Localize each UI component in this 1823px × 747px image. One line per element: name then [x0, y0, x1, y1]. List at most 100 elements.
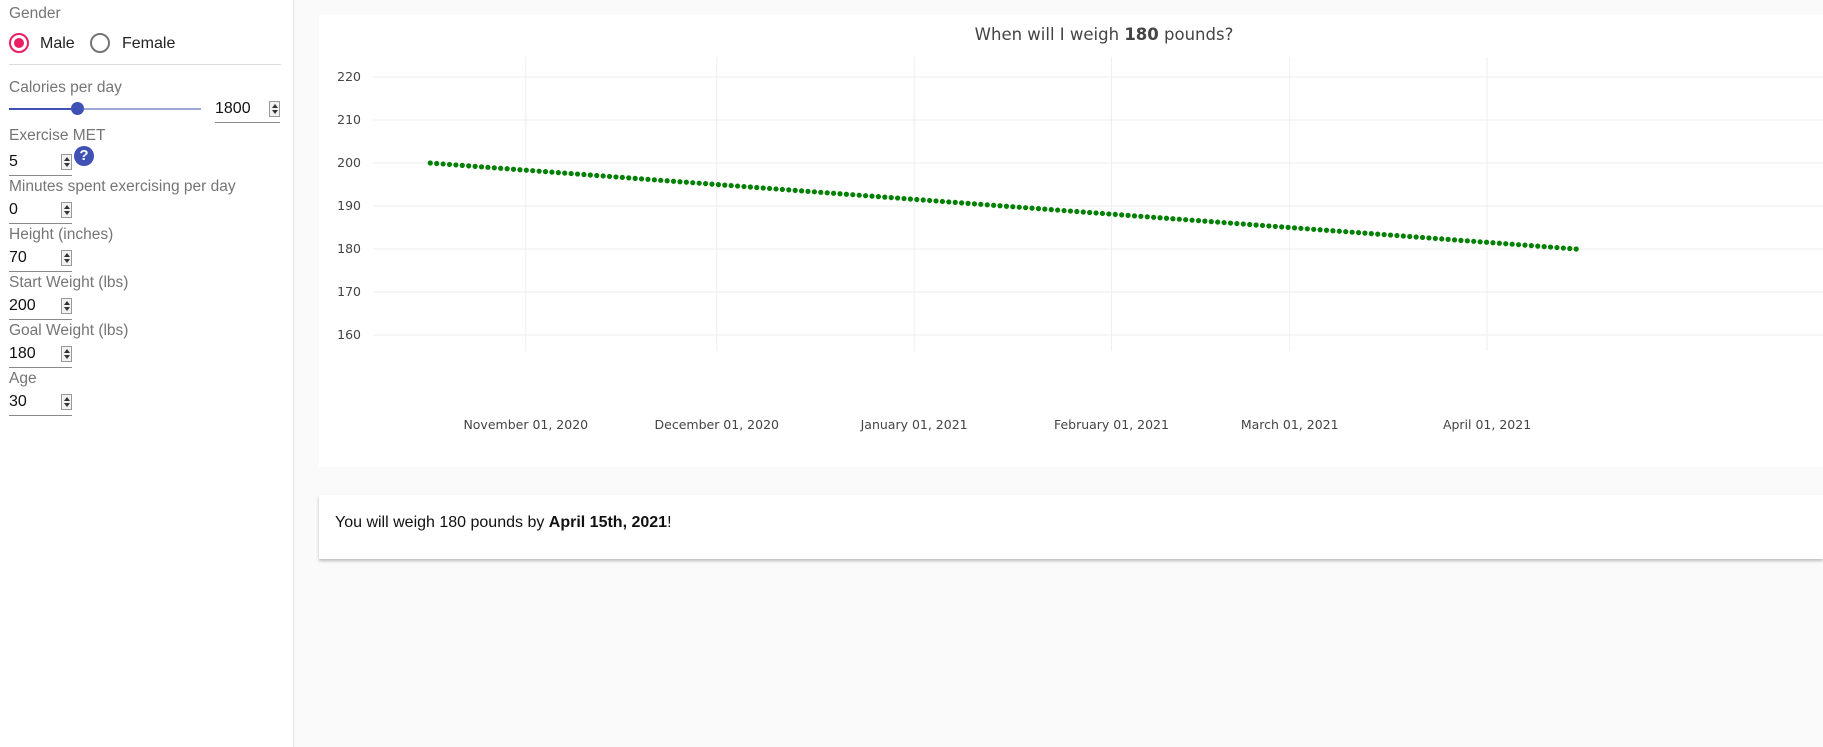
- plot-y-ticks: 160 170 180 190 200 210 220: [337, 69, 361, 342]
- calories-slider[interactable]: [9, 102, 201, 115]
- weight-point: [709, 181, 715, 187]
- minutes-stepper[interactable]: [61, 202, 72, 218]
- goal-weight-input[interactable]: 180: [9, 342, 72, 368]
- weight-point: [1413, 234, 1419, 240]
- calories-input[interactable]: 1800: [215, 97, 280, 123]
- weight-point: [600, 173, 606, 179]
- weight-point: [1362, 230, 1368, 236]
- weight-point: [536, 168, 542, 174]
- weight-point: [1439, 236, 1445, 242]
- weight-point: [466, 163, 472, 169]
- weight-point: [1298, 225, 1304, 231]
- weight-point: [1247, 221, 1253, 228]
- weight-point: [914, 196, 920, 203]
- help-icon[interactable]: ?: [74, 146, 94, 166]
- weight-point: [1042, 206, 1048, 212]
- calories-slider-fill: [9, 108, 77, 110]
- weight-point: [1349, 229, 1355, 235]
- weight-point: [824, 190, 830, 196]
- weight-point: [1055, 207, 1061, 213]
- weight-point: [971, 201, 978, 207]
- plot-x-ticks: November 01, 2020 December 01, 2020 Januar…: [463, 417, 1531, 432]
- start-weight-input[interactable]: 200: [9, 294, 72, 320]
- weight-point: [779, 186, 785, 193]
- weight-point: [1375, 231, 1381, 237]
- result-date: April 15th, 2021: [548, 514, 668, 531]
- weight-point: [927, 197, 933, 204]
- weight-point: [1106, 211, 1112, 217]
- weight-point: [1259, 222, 1266, 229]
- calories-stepper[interactable]: [269, 101, 280, 117]
- divider: [9, 64, 281, 65]
- weight-point: [1477, 239, 1483, 245]
- weight-point: [658, 177, 664, 183]
- weight-point: [1099, 210, 1106, 217]
- calories-label: Calories per day: [9, 79, 122, 96]
- weight-point: [1189, 217, 1195, 223]
- gender-female-label[interactable]: Female: [122, 35, 175, 53]
- weight-point: [453, 162, 459, 168]
- age-input[interactable]: 30: [9, 390, 72, 416]
- weight-point: [959, 200, 965, 206]
- weight-point: [1407, 233, 1413, 240]
- weight-plot[interactable]: 160 170 180 190 200 210 220 November 01, 2020 D…: [319, 15, 1823, 467]
- weight-point: [1080, 209, 1086, 215]
- weight-point: [837, 191, 843, 197]
- weight-point: [933, 198, 939, 204]
- weight-point: [472, 163, 478, 169]
- weight-point: [587, 172, 593, 178]
- exercise-met-stepper[interactable]: [61, 154, 72, 170]
- height-label: Height (inches): [9, 226, 114, 243]
- weight-point: [1483, 239, 1490, 245]
- weight-point: [907, 196, 914, 202]
- weight-point: [965, 200, 971, 206]
- gender-male-label[interactable]: Male: [40, 35, 75, 53]
- exercise-met-input[interactable]: 5: [9, 150, 72, 176]
- weight-point: [1003, 203, 1010, 209]
- height-stepper[interactable]: [61, 250, 72, 266]
- weight-point: [568, 170, 574, 177]
- weight-point: [1387, 232, 1394, 238]
- calories-input-value: 1800: [215, 100, 251, 117]
- goal-weight-stepper[interactable]: [61, 346, 72, 362]
- weight-point: [1528, 243, 1534, 249]
- weight-point: [997, 203, 1003, 209]
- start-weight-stepper[interactable]: [61, 298, 72, 314]
- gender-female-radio[interactable]: [90, 33, 110, 53]
- weight-point: [1541, 244, 1547, 250]
- weight-point: [984, 202, 990, 208]
- weight-point: [1522, 242, 1528, 248]
- weight-point: [754, 184, 760, 191]
- y-tick-label: 180: [337, 241, 361, 256]
- weight-point: [1355, 230, 1362, 236]
- weight-point: [574, 171, 581, 177]
- weight-point: [1490, 240, 1496, 246]
- y-tick-label: 190: [337, 198, 361, 213]
- weight-point: [555, 170, 561, 176]
- age-stepper[interactable]: [61, 394, 72, 410]
- weight-point: [747, 184, 753, 190]
- weight-point: [1138, 213, 1144, 219]
- weight-point: [875, 194, 882, 200]
- start-weight-label: Start Weight (lbs): [9, 274, 129, 291]
- weight-point: [606, 173, 613, 180]
- result-text: You will weigh 180 pounds by April 15th,…: [335, 514, 672, 532]
- weight-point: [1183, 217, 1189, 223]
- height-input[interactable]: 70: [9, 246, 72, 272]
- y-tick-label: 160: [337, 327, 361, 342]
- height-value: 70: [9, 249, 27, 266]
- weight-point: [952, 199, 958, 205]
- weight-point: [459, 162, 465, 168]
- weight-point: [786, 187, 792, 193]
- gender-male-radio[interactable]: [9, 33, 29, 53]
- calories-slider-thumb[interactable]: [71, 102, 84, 115]
- weight-point: [1087, 209, 1093, 216]
- minutes-input[interactable]: 0: [9, 198, 72, 224]
- age-label: Age: [9, 370, 37, 387]
- weight-point: [1131, 213, 1138, 219]
- y-tick-label: 220: [337, 69, 361, 84]
- weight-point: [491, 165, 497, 171]
- weight-point: [645, 176, 651, 182]
- weight-point: [1432, 235, 1438, 242]
- goal-weight-label: Goal Weight (lbs): [9, 322, 129, 339]
